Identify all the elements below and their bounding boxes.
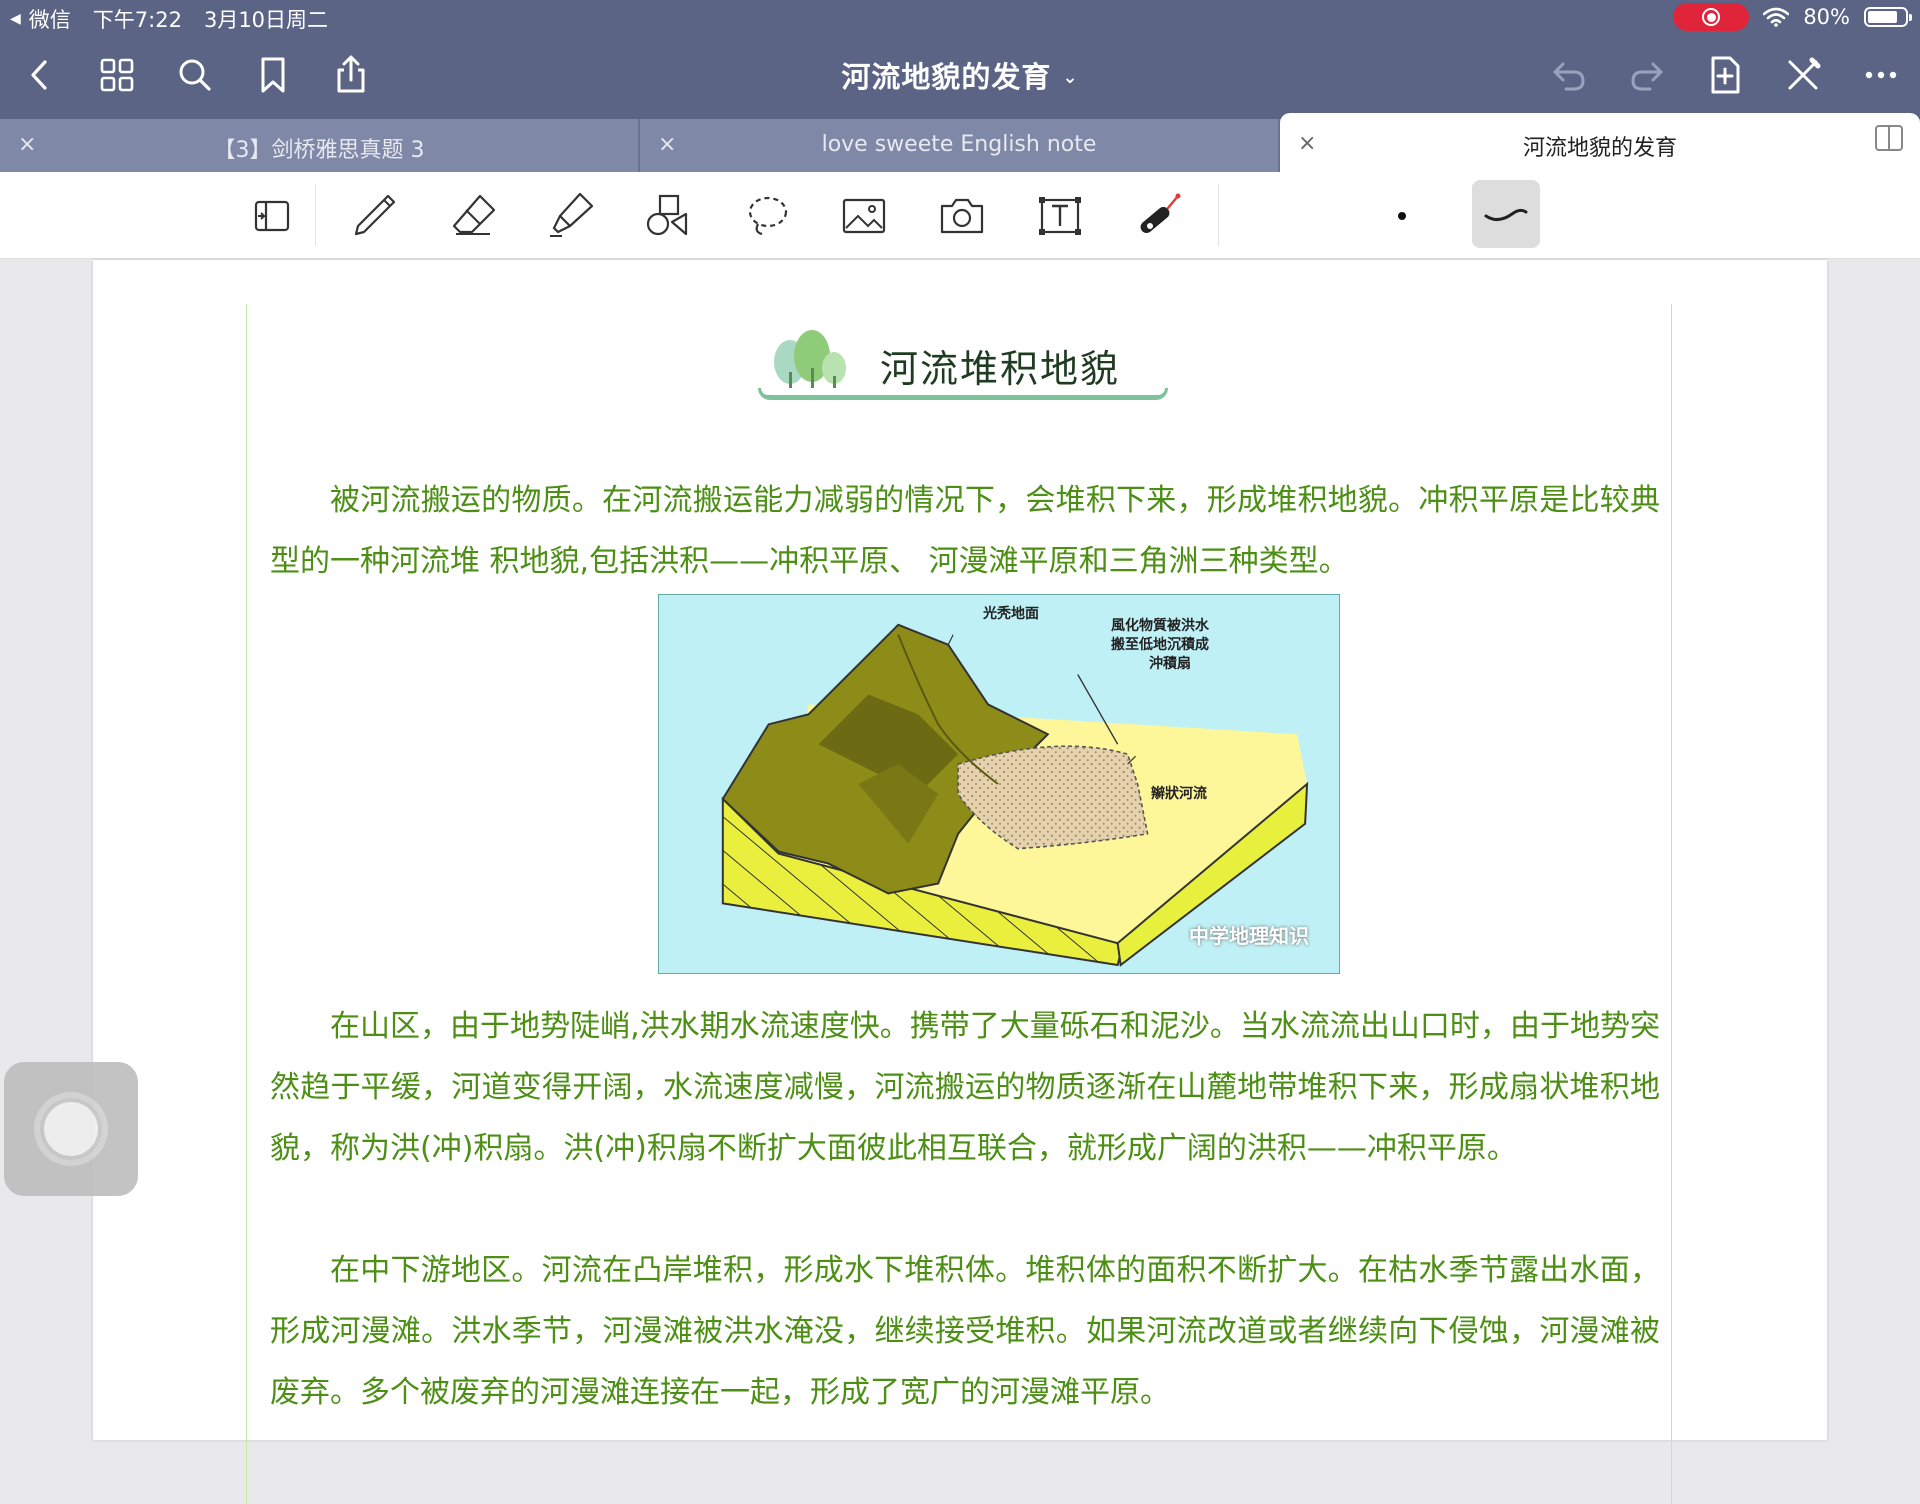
pen-cross-icon[interactable] bbox=[1778, 50, 1828, 100]
wifi-icon bbox=[1763, 7, 1790, 27]
add-page-icon[interactable] bbox=[1700, 50, 1750, 100]
battery-percent: 80% bbox=[1803, 5, 1850, 29]
tab-river-landforms[interactable]: × 河流地貌的发育 bbox=[1280, 113, 1920, 172]
more-icon[interactable] bbox=[1856, 50, 1906, 100]
back-to-app-label[interactable]: 微信 bbox=[29, 4, 71, 34]
heading-text: 河流堆积地貌 bbox=[880, 347, 1121, 391]
stroke-style-button[interactable] bbox=[1472, 180, 1540, 248]
shapes-icon[interactable] bbox=[636, 186, 696, 246]
note-page[interactable]: 河流堆积地貌 被河流搬运的物质。在河流搬运能力减弱的情况下，会堆积下来，形成堆积… bbox=[93, 260, 1827, 1504]
lasso-icon[interactable] bbox=[738, 186, 798, 246]
toolbar-divider bbox=[315, 184, 316, 246]
label-weathered-line3: 沖積扇 bbox=[1149, 656, 1191, 672]
back-to-app-icon[interactable]: ◀ bbox=[10, 11, 21, 27]
tool-bar bbox=[0, 172, 1920, 259]
text-box-icon[interactable] bbox=[1030, 186, 1090, 246]
tab-label[interactable]: 【3】剑桥雅思真题 3 bbox=[0, 132, 638, 164]
redo-icon[interactable] bbox=[1622, 50, 1672, 100]
stroke-size-dot-icon[interactable] bbox=[1392, 206, 1412, 226]
laser-pointer-icon[interactable] bbox=[1128, 186, 1188, 246]
top-bar: ◀ 微信 下午7:22 3月10日周二 80% 河流地貌的发育 ⌄ bbox=[0, 0, 1920, 119]
status-bar: ◀ 微信 下午7:22 3月10日周二 80% bbox=[0, 0, 1920, 34]
pen-icon[interactable] bbox=[344, 186, 404, 246]
heading-underline bbox=[758, 388, 1168, 400]
section-heading: 河流堆积地貌 bbox=[758, 328, 1170, 408]
alluvial-fan-illustration: 光秃地面 風化物質被洪水 搬至低地沉積成 沖積扇 辮狀河流 中学地理知识 bbox=[658, 594, 1340, 974]
label-weathered-line1: 風化物質被洪水 bbox=[1111, 618, 1209, 634]
label-bare-ground: 光秃地面 bbox=[983, 606, 1039, 622]
stroke-curve-icon bbox=[1484, 208, 1528, 221]
watermark-text: 中学地理知识 bbox=[1189, 924, 1309, 948]
alluvial-fan-drawing bbox=[721, 623, 1309, 967]
paragraph-intro: 被河流搬运的物质。在河流搬运能力减弱的情况下，会堆积下来，形成堆积地貌。冲积平原… bbox=[270, 483, 1660, 579]
tab-cambridge-ielts[interactable]: × 【3】剑桥雅思真题 3 bbox=[0, 119, 640, 172]
paragraph-midstream: 在中下游地区。河流在凸岸堆积，形成水下堆积体。堆积体的面积不断扩大。在枯水季节露… bbox=[270, 1253, 1660, 1410]
label-braided-river: 辮狀河流 bbox=[1151, 786, 1207, 802]
undo-icon[interactable] bbox=[1544, 50, 1594, 100]
assistive-touch-dot bbox=[44, 1102, 98, 1156]
image-icon[interactable] bbox=[834, 186, 894, 246]
eraser-icon[interactable] bbox=[444, 186, 504, 246]
paragraph-mountain-area: 在山区，由于地势陡峭,洪水期水流速度快。携带了大量砾石和泥沙。当水流流出山口时，… bbox=[270, 1009, 1660, 1166]
read-mode-icon[interactable] bbox=[242, 186, 302, 246]
camera-icon[interactable] bbox=[932, 186, 992, 246]
toolbar-divider bbox=[1218, 184, 1219, 246]
nav-bar: 河流地貌的发育 ⌄ bbox=[0, 40, 1920, 112]
label-weathered-line2: 搬至低地沉積成 bbox=[1111, 637, 1209, 653]
highlighter-icon[interactable] bbox=[540, 186, 600, 246]
status-time: 下午7:22 bbox=[92, 8, 182, 32]
tab-bar: × 【3】剑桥雅思真题 3 × love sweete English note… bbox=[0, 113, 1920, 172]
battery-icon bbox=[1864, 7, 1912, 27]
tab-label[interactable]: 河流地貌的发育 bbox=[1280, 130, 1920, 162]
tab-label[interactable]: love sweete English note bbox=[640, 132, 1278, 157]
chevron-down-icon[interactable]: ⌄ bbox=[1063, 67, 1079, 88]
assistive-touch-button[interactable] bbox=[4, 1062, 138, 1196]
trees-icon bbox=[774, 330, 846, 394]
status-date: 3月10日周二 bbox=[203, 8, 329, 32]
document-title-label[interactable]: 河流地貌的发育 bbox=[841, 60, 1051, 94]
split-view-icon[interactable] bbox=[1874, 123, 1904, 153]
screen-recording-icon[interactable] bbox=[1673, 3, 1750, 31]
tab-english-note[interactable]: × love sweete English note bbox=[640, 119, 1280, 172]
